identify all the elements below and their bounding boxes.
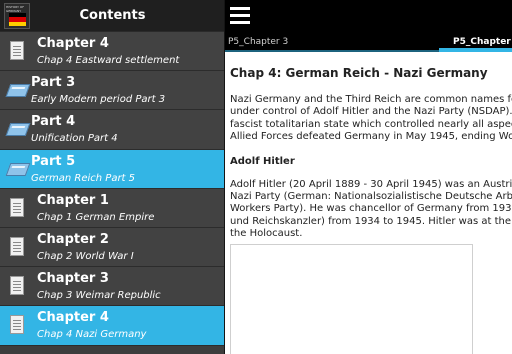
- hamburger-icon[interactable]: [230, 7, 250, 25]
- list-item-chapter-4-eastward[interactable]: Chapter 4 Chap 4 Eastward settlement: [0, 32, 225, 72]
- tab-previous-chapter[interactable]: P5_Chapter 3: [228, 37, 288, 47]
- image-placeholder: [230, 244, 473, 354]
- list-item-chapter-3[interactable]: Chapter 3 Chap 3 Weimar Republic: [0, 267, 225, 307]
- list-item-subtitle: Chap 2 World War I: [37, 250, 134, 262]
- list-item-chapter-1[interactable]: Chapter 1 Chap 1 German Empire: [0, 188, 225, 228]
- article-body: Chap 4: German Reich - Nazi Germany Nazi…: [230, 66, 512, 241]
- article-pane[interactable]: Chap 4: German Reich - Nazi Germany Nazi…: [225, 52, 512, 354]
- list-item-title: Chapter 3: [37, 271, 109, 287]
- action-bar: [225, 0, 512, 32]
- list-item-subtitle: German Reich Part 5: [31, 172, 136, 184]
- book-icon: [5, 118, 31, 140]
- section-heading: Adolf Hitler: [230, 155, 295, 167]
- list-item-title: Chapter 4: [37, 36, 109, 51]
- paragraph-line: fascist totalitarian state which control…: [230, 118, 512, 130]
- list-item-title: Chapter 4: [37, 310, 109, 326]
- list-item-subtitle: Chap 1 German Empire: [37, 211, 155, 223]
- tab-strip: P5_Chapter 3 P5_Chapter 4: [225, 32, 512, 52]
- document-icon: [8, 314, 26, 336]
- paragraph-line: Nazi Party (German: Nationalsozialistisc…: [230, 191, 512, 203]
- list-item-part-4[interactable]: Part 4 Unification Part 4: [0, 110, 225, 150]
- list-item-subtitle: Early Modern period Part 3: [31, 94, 166, 106]
- list-item-chapter-4-nazi[interactable]: Chapter 4 Chap 4 Nazi Germany: [0, 306, 225, 346]
- list-item-part-5[interactable]: Part 5 German Reich Part 5: [0, 149, 225, 189]
- list-item-title: Chapter 2: [37, 231, 109, 247]
- paragraph-line: Workers Party). He was chancellor of Ger…: [230, 203, 512, 215]
- tab-current-chapter[interactable]: P5_Chapter 4: [453, 37, 512, 47]
- section-paragraph: Adolf Hitler (20 April 1889 - 30 April 1…: [230, 179, 512, 241]
- book-icon: [5, 158, 31, 180]
- document-icon: [8, 236, 26, 258]
- document-icon: [8, 40, 26, 62]
- book-icon: [5, 79, 31, 101]
- paragraph-line: Allied Forces defeated Germany in May 19…: [230, 131, 512, 143]
- list-item-subtitle: Chap 4 Nazi Germany: [37, 329, 147, 341]
- paragraph-line: Adolf Hitler (20 April 1889 - 30 April 1…: [230, 178, 512, 190]
- document-icon: [8, 275, 26, 297]
- article-title: Chap 4: German Reich - Nazi Germany: [230, 66, 488, 80]
- list-item-title: Part 5: [31, 153, 76, 169]
- list-item-subtitle: Unification Part 4: [31, 133, 118, 145]
- list-item-subtitle: Chap 3 Weimar Republic: [37, 290, 161, 302]
- list-item-title: Part 3: [31, 75, 76, 91]
- list-item-chapter-2[interactable]: Chapter 2 Chap 2 World War I: [0, 227, 225, 268]
- list-item-subtitle: Chap 4 Eastward settlement: [37, 55, 180, 66]
- drawer-header: HISTORY OF GERMANY Contents: [0, 0, 225, 32]
- paragraph-line: the Holocaust.: [230, 228, 303, 240]
- document-icon: [8, 197, 26, 219]
- list-item-part-3[interactable]: Part 3 Early Modern period Part 3: [0, 71, 225, 111]
- drawer-title: Contents: [79, 8, 146, 23]
- paragraph-line: und Reichskanzler) from 1934 to 1945. Hi…: [230, 215, 512, 227]
- navigation-drawer: HISTORY OF GERMANY Contents Chapter 4 Ch…: [0, 0, 225, 354]
- list-item-title: Part 4: [31, 114, 76, 130]
- contents-list: Chapter 4 Chap 4 Eastward settlement Par…: [0, 32, 225, 346]
- intro-paragraph: Nazi Germany and the Third Reich are com…: [230, 94, 512, 144]
- paragraph-line: under control of Adolf Hitler and the Na…: [230, 106, 512, 118]
- paragraph-line: Nazi Germany and the Third Reich are com…: [230, 94, 512, 105]
- list-item-title: Chapter 1: [37, 192, 109, 208]
